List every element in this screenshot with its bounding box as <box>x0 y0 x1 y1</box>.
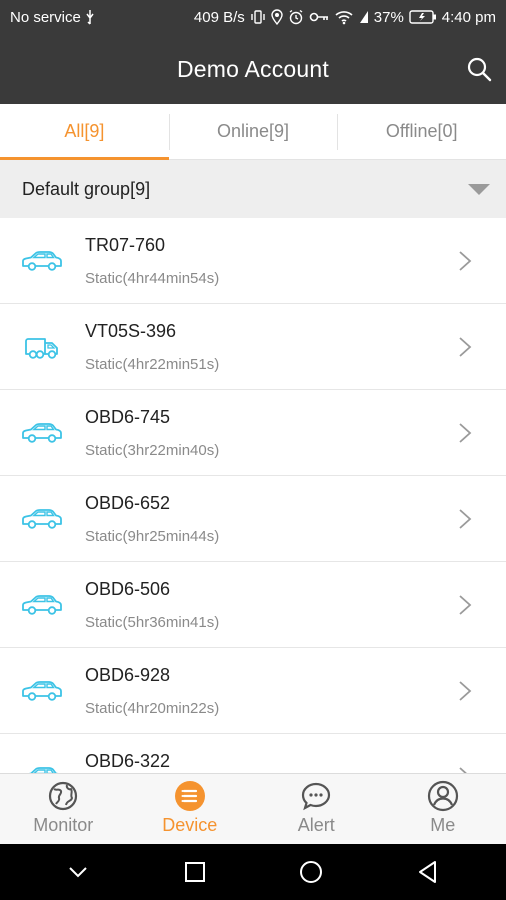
tab-all[interactable]: All[9] <box>0 104 169 160</box>
wifi-icon <box>335 11 353 25</box>
group-header[interactable]: Default group[9] <box>0 160 506 218</box>
bottom-nav: Monitor Device Alert Me <box>0 773 506 844</box>
list-item[interactable]: OBD6-322 <box>0 734 506 773</box>
list-icon <box>174 781 205 811</box>
chevron-right-icon <box>459 423 472 443</box>
group-label: Default group[9] <box>22 178 151 199</box>
search-icon[interactable] <box>466 56 492 82</box>
status-right: 409 B/s 37% 4:40 pm <box>194 9 496 26</box>
device-status: Static(4hr44min54s) <box>85 270 220 287</box>
alarm-icon <box>289 9 303 25</box>
list-item[interactable]: VT05S-396 Static(4hr22min51s) <box>0 304 506 390</box>
carrier-text: No service <box>10 8 81 26</box>
nav-monitor[interactable]: Monitor <box>0 774 127 844</box>
app-header: Demo Account <box>0 34 506 104</box>
nav-monitor-label: Monitor <box>33 815 94 835</box>
tab-online-label: Online[9] <box>216 121 290 141</box>
chevron-right-icon <box>459 509 472 529</box>
network-speed: 409 B/s <box>193 8 245 26</box>
chevron-right-icon <box>459 337 472 357</box>
device-status: Static(4hr20min22s) <box>85 700 220 717</box>
chevron-right-icon <box>459 251 472 271</box>
tab-online[interactable]: Online[9] <box>168 104 338 159</box>
caret-down-icon <box>468 184 490 195</box>
battery-percent: 37% <box>373 8 404 26</box>
device-status: Static(4hr22min51s) <box>85 356 220 373</box>
device-name: OBD6-322 <box>85 751 171 771</box>
status-bar: No service 409 B/s 37% 4:40 pm <box>0 0 506 34</box>
chevron-down-icon[interactable] <box>65 859 91 885</box>
signal-icon <box>359 11 368 23</box>
chevron-right-icon <box>459 595 472 615</box>
page-title: Demo Account <box>177 55 329 82</box>
nav-alert-label: Alert <box>297 815 335 835</box>
list-item[interactable]: OBD6-506 Static(5hr36min41s) <box>0 562 506 648</box>
nav-alert[interactable]: Alert <box>253 774 380 844</box>
list-item[interactable]: TR07-760 Static(4hr44min54s) <box>0 218 506 304</box>
tab-offline-label: Offline[0] <box>385 121 458 141</box>
globe-icon <box>49 781 78 811</box>
car-icon <box>20 418 64 448</box>
home-icon[interactable] <box>298 859 324 885</box>
device-name: OBD6-928 <box>85 665 171 685</box>
location-icon <box>271 9 283 25</box>
device-list: TR07-760 Static(4hr44min54s) VT05S-396 Stat… <box>0 218 506 773</box>
device-name: VT05S-396 <box>85 321 177 341</box>
device-status: Static(9hr25min44s) <box>85 528 220 545</box>
chevron-right-icon <box>459 767 467 773</box>
nav-device-label: Device <box>162 815 218 835</box>
car-icon <box>20 246 64 276</box>
nav-me[interactable]: Me <box>380 774 506 844</box>
device-name: OBD6-652 <box>85 493 171 513</box>
device-name: OBD6-506 <box>85 579 171 599</box>
list-item[interactable]: OBD6-652 Static(9hr25min44s) <box>0 476 506 562</box>
filter-tabs: All[9] Online[9] Offline[0] <box>0 104 506 160</box>
nav-me-label: Me <box>430 815 456 835</box>
tab-all-label: All[9] <box>64 121 105 141</box>
key-icon <box>309 12 328 22</box>
car-icon <box>20 590 64 620</box>
battery-icon <box>409 10 436 24</box>
android-nav-bar <box>0 844 506 900</box>
usb-icon <box>86 10 94 25</box>
status-left: No service <box>10 9 95 26</box>
device-name: TR07-760 <box>85 235 166 255</box>
device-status: Static(5hr36min41s) <box>85 614 220 631</box>
recents-icon[interactable] <box>182 859 208 885</box>
car-icon <box>20 504 64 534</box>
chevron-right-icon <box>459 681 472 701</box>
car-icon <box>20 676 64 706</box>
clock-time: 4:40 pm <box>441 8 496 26</box>
tab-offline[interactable]: Offline[0] <box>337 104 506 159</box>
list-item[interactable]: OBD6-745 Static(3hr22min40s) <box>0 390 506 476</box>
nav-device[interactable]: Device <box>127 774 254 844</box>
device-name: OBD6-745 <box>85 407 171 427</box>
truck-icon <box>20 332 64 362</box>
back-icon[interactable] <box>415 859 441 885</box>
device-status: Static(3hr22min40s) <box>85 442 220 459</box>
vibrate-icon <box>251 10 265 24</box>
list-item[interactable]: OBD6-928 Static(4hr20min22s) <box>0 648 506 734</box>
car-icon <box>20 762 64 773</box>
user-icon <box>427 780 458 812</box>
chat-bubble-icon <box>302 782 331 811</box>
